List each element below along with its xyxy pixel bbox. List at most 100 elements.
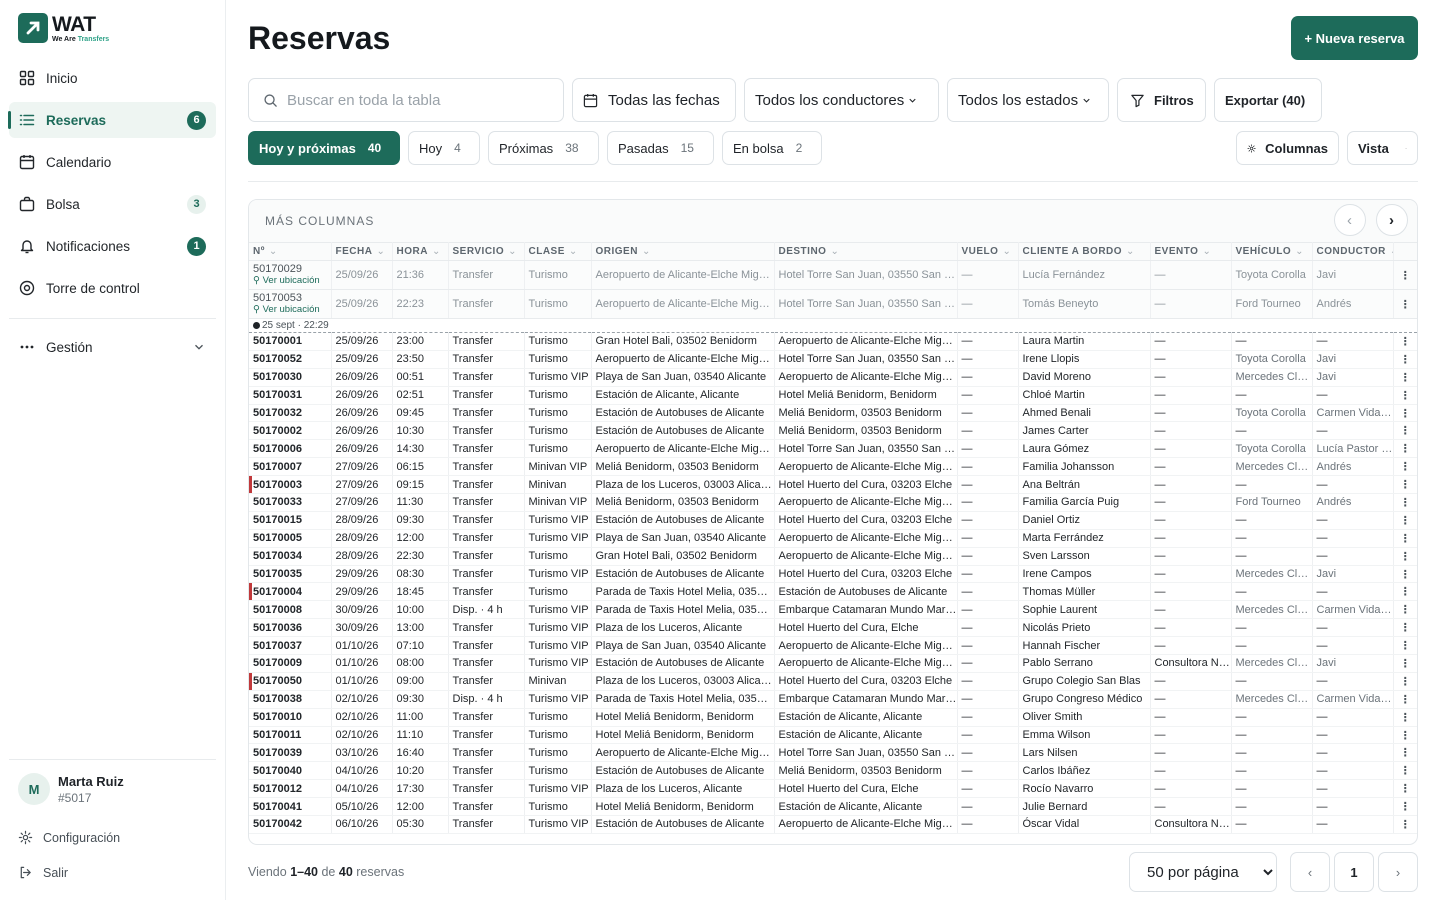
row-menu-icon[interactable]: ⋮ — [1393, 672, 1417, 691]
table-row[interactable]: 50170030 26/09/26 00:51 Transfer Turismo VIP… — [249, 368, 1417, 387]
row-menu-icon[interactable]: ⋮ — [1393, 260, 1417, 290]
table-row[interactable]: 50170006 26/09/26 14:30 Transfer Turismo Aero… — [249, 439, 1417, 459]
header-col-clase[interactable]: CLASE ⌄ — [524, 242, 592, 261]
table-row[interactable]: 50170010 02/10/26 11:00 Transfer Turismo Hote… — [249, 708, 1417, 727]
table-row[interactable]: 50170005 28/09/26 12:00 Transfer Turismo VIP… — [249, 529, 1417, 548]
table-row[interactable]: 50170012 04/10/26 17:30 Transfer Turismo VIP… — [249, 779, 1417, 799]
row-menu-icon[interactable]: ⋮ — [1393, 565, 1417, 584]
table-row[interactable]: 50170050 01/10/26 09:00 Transfer Minivan Plaz… — [249, 672, 1417, 691]
table-row[interactable]: 50170034 28/09/26 22:30 Transfer Turismo Gran… — [249, 547, 1417, 566]
next-page-button[interactable]: › — [1378, 852, 1418, 892]
row-menu-icon[interactable]: ⋮ — [1393, 350, 1417, 369]
per-page-select[interactable]: 50 por página — [1129, 852, 1277, 892]
sidebar-item-calendario[interactable]: Calendario — [9, 144, 216, 180]
page-number-button[interactable]: 1 — [1334, 852, 1374, 892]
row-menu-icon[interactable]: ⋮ — [1393, 457, 1417, 477]
columns-button[interactable]: Columnas — [1236, 131, 1339, 165]
table-row[interactable]: 50170015 28/09/26 09:30 Transfer Turismo VIP… — [249, 511, 1417, 530]
date-filter[interactable]: Todas las fechas — [572, 78, 736, 122]
tab-hoy[interactable]: Hoy 4 — [408, 131, 480, 165]
table-row[interactable]: 50170002 26/09/26 10:30 Transfer Turismo Esta… — [249, 421, 1417, 441]
sidebar-item-inicio[interactable]: Inicio — [9, 60, 216, 96]
header-col-vuelo[interactable]: VUELO ⌄ — [957, 242, 1019, 261]
table-row[interactable]: 50170003 27/09/26 09:15 Transfer Minivan Plaz… — [249, 475, 1417, 495]
row-menu-icon[interactable]: ⋮ — [1393, 439, 1417, 459]
row-menu-icon[interactable]: ⋮ — [1393, 582, 1417, 602]
header-col-num[interactable]: Nº ⌄ — [249, 242, 332, 261]
table-row[interactable]: 50170033 27/09/26 11:30 Transfer Minivan VIP… — [249, 493, 1417, 512]
table-row[interactable]: 50170011 02/10/26 11:10 Transfer Turismo Hote… — [249, 726, 1417, 745]
tab-en-bolsa[interactable]: En bolsa 2 — [722, 131, 822, 165]
table-row[interactable]: 50170007 27/09/26 06:15 Transfer Minivan VIP… — [249, 457, 1417, 477]
sidebar-item-notificaciones[interactable]: Notificaciones 1 — [9, 228, 216, 264]
row-menu-icon[interactable]: ⋮ — [1393, 547, 1417, 566]
view-select[interactable]: Vista — [1347, 131, 1418, 165]
config-link[interactable]: Configuración — [18, 830, 120, 845]
table-row[interactable]: 50170035 29/09/26 08:30 Transfer Turismo VIP… — [249, 565, 1417, 584]
tab-pasadas[interactable]: Pasadas 15 — [607, 131, 714, 165]
sidebar-item-reservas[interactable]: Reservas 6 — [8, 102, 216, 138]
table-row[interactable]: 50170032 26/09/26 09:45 Transfer Turismo Esta… — [249, 404, 1417, 423]
table-row[interactable]: 50170041 05/10/26 12:00 Transfer Turismo Hote… — [249, 797, 1417, 817]
new-reservation-button[interactable]: + Nueva reserva — [1291, 16, 1418, 60]
row-menu-icon[interactable]: ⋮ — [1393, 511, 1417, 530]
row-menu-icon[interactable]: ⋮ — [1393, 289, 1417, 319]
header-col-origen[interactable]: ORIGEN ⌄ — [591, 242, 775, 261]
table-row[interactable]: 50170042 06/10/26 05:30 Transfer Turismo VIP… — [249, 815, 1417, 834]
header-col-servicio[interactable]: SERVICIO ⌄ — [448, 242, 525, 261]
table-row[interactable]: 50170029 ⚲ Ver ubicación 25/09/26 21:36 Tran… — [249, 260, 1417, 290]
tab-hoy-y-proximas[interactable]: Hoy y próximas 40 — [248, 131, 400, 165]
table-row[interactable]: 50170008 30/09/26 10:00 Disp. · 4 h Turismo … — [249, 600, 1417, 620]
row-menu-icon[interactable]: ⋮ — [1393, 654, 1417, 673]
row-menu-icon[interactable]: ⋮ — [1393, 797, 1417, 817]
table-row[interactable]: 50170031 26/09/26 02:51 Transfer Turismo Esta… — [249, 386, 1417, 405]
row-menu-icon[interactable]: ⋮ — [1393, 708, 1417, 727]
row-menu-icon[interactable]: ⋮ — [1393, 386, 1417, 405]
export-button[interactable]: Exportar (40) — [1214, 78, 1322, 122]
table-row[interactable]: 50170053 ⚲ Ver ubicación 25/09/26 22:23 Tran… — [249, 289, 1417, 319]
table-row[interactable]: 50170009 01/10/26 08:00 Transfer Turismo VIP… — [249, 654, 1417, 673]
row-menu-icon[interactable]: ⋮ — [1393, 743, 1417, 763]
brand-logo[interactable]: WAT We Are Transfers — [18, 13, 109, 43]
row-menu-icon[interactable]: ⋮ — [1393, 404, 1417, 423]
row-menu-icon[interactable]: ⋮ — [1393, 779, 1417, 799]
table-row[interactable]: 50170036 30/09/26 13:00 Transfer Turismo VIP… — [249, 618, 1417, 638]
table-row[interactable]: 50170040 04/10/26 10:20 Transfer Turismo Esta… — [249, 761, 1417, 781]
view-location-link[interactable]: ⚲ Ver ubicación — [253, 304, 330, 316]
header-col-destino[interactable]: DESTINO ⌄ — [774, 242, 958, 261]
search-box[interactable] — [248, 78, 564, 122]
row-menu-icon[interactable]: ⋮ — [1393, 493, 1417, 512]
scroll-right-button[interactable]: › — [1376, 204, 1408, 236]
row-menu-icon[interactable]: ⋮ — [1393, 761, 1417, 781]
tab-proximas[interactable]: Próximas 38 — [488, 131, 599, 165]
table-row[interactable]: 50170052 25/09/26 23:50 Transfer Turismo Aero… — [249, 350, 1417, 369]
search-input[interactable] — [287, 91, 547, 109]
row-menu-icon[interactable]: ⋮ — [1393, 421, 1417, 441]
table-row[interactable]: 50170004 29/09/26 18:45 Transfer Turismo Para… — [249, 582, 1417, 602]
row-menu-icon[interactable]: ⋮ — [1393, 600, 1417, 620]
row-menu-icon[interactable]: ⋮ — [1393, 636, 1417, 656]
state-filter[interactable]: Todos los estados — [947, 78, 1109, 122]
table-row[interactable]: 50170038 02/10/26 09:30 Disp. · 4 h Turismo … — [249, 690, 1417, 709]
row-menu-icon[interactable]: ⋮ — [1393, 726, 1417, 745]
table-row[interactable]: 50170037 01/10/26 07:10 Transfer Turismo VIP… — [249, 636, 1417, 656]
header-col-vehiculo[interactable]: VEHÍCULO ⌄ — [1231, 242, 1313, 261]
header-col-conductor[interactable]: CONDUCTOR⌄ — [1312, 242, 1394, 261]
sidebar-item-torre-de-control[interactable]: Torre de control — [9, 270, 216, 306]
row-menu-icon[interactable]: ⋮ — [1393, 690, 1417, 709]
table-row[interactable]: 50170039 03/10/26 16:40 Transfer Turismo Aero… — [249, 743, 1417, 763]
sidebar-item-bolsa[interactable]: Bolsa 3 — [9, 186, 216, 222]
driver-filter[interactable]: Todos los conductores — [744, 78, 939, 122]
scroll-left-button[interactable]: ‹ — [1334, 204, 1366, 236]
sidebar-item-gestion[interactable]: Gestión — [9, 329, 216, 365]
user-profile[interactable]: M Marta Ruiz #5017 — [18, 773, 124, 805]
row-menu-icon[interactable]: ⋮ — [1393, 618, 1417, 638]
header-col-evento[interactable]: EVENTO ⌄ — [1150, 242, 1232, 261]
row-menu-icon[interactable]: ⋮ — [1393, 475, 1417, 495]
header-col-hora[interactable]: HORA ⌄ — [392, 242, 449, 261]
header-col-cliente[interactable]: CLIENTE A BORDO ⌄ — [1018, 242, 1151, 261]
table-row[interactable]: 50170001 25/09/26 23:00 Transfer Turismo Gran… — [249, 332, 1417, 351]
row-menu-icon[interactable]: ⋮ — [1393, 332, 1417, 351]
header-col-fecha[interactable]: FECHA ⌄ — [331, 242, 393, 261]
logout-link[interactable]: Salir — [18, 865, 68, 880]
